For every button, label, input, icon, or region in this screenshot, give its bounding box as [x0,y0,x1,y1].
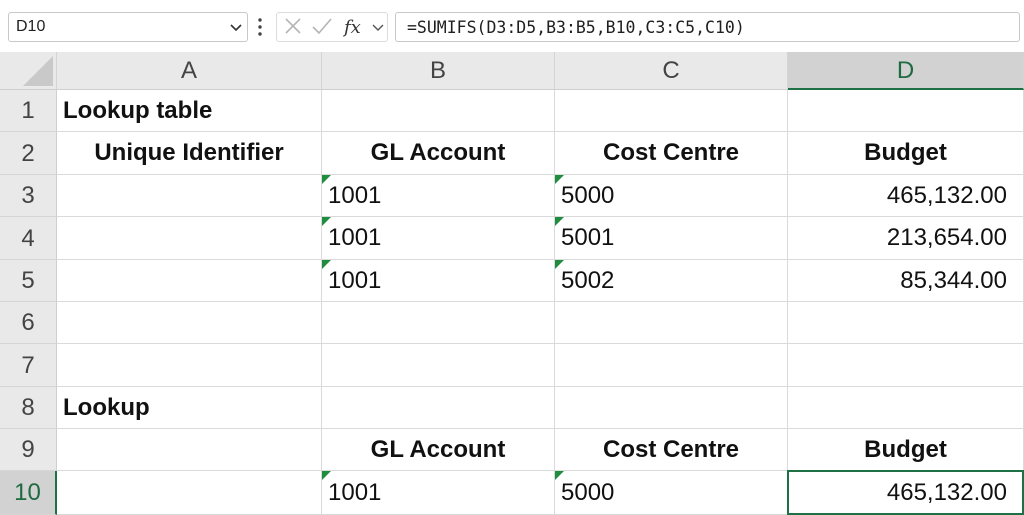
cell-a10[interactable] [57,471,322,515]
cell-d8[interactable] [788,387,1024,429]
cell-b2-text: GL Account [370,139,506,166]
svg-text:fx: fx [343,17,361,38]
column-header-b[interactable]: B [322,52,555,90]
cell-a5[interactable] [57,260,322,302]
formula-toolbar: D10 fx =SUMIFS(D3:D5,B3:B5,B10,C3:C5,C10… [0,0,1024,52]
cell-d4-text: 213,654.00 [886,224,1007,251]
cell-b3-text: 1001 [328,181,382,209]
cell-c4-text: 5001 [561,224,615,251]
cell-a2-text: Unique Identifier [94,139,284,166]
column-header-d[interactable]: D [788,52,1024,90]
chevron-down-icon[interactable] [229,20,243,34]
row-header-1[interactable]: 1 [0,90,57,132]
cell-c3[interactable]: 5000 [555,175,788,217]
cell-b2[interactable]: GL Account [322,132,555,175]
row-header-8[interactable]: 8 [0,387,57,429]
cell-a1-text: Lookup table [63,96,213,124]
cell-a9[interactable] [57,429,322,471]
row-header-4[interactable]: 4 [0,217,57,260]
cell-d1[interactable] [788,90,1024,132]
cell-d2[interactable]: Budget [788,132,1024,175]
row-header-5[interactable]: 5 [0,260,57,302]
cell-b3[interactable]: 1001 [322,175,555,217]
check-icon[interactable] [311,13,333,41]
cell-b4-text: 1001 [328,224,382,251]
cell-d3-text: 465,132.00 [886,181,1007,209]
spreadsheet-grid: A B C D 1 2 3 4 5 6 7 8 9 10 Lookup tabl… [0,52,1024,515]
cell-c3-text: 5000 [561,181,615,209]
cell-d4[interactable]: 213,654.00 [788,217,1024,260]
cell-c5-text: 5002 [561,266,615,294]
select-all-corner[interactable] [0,52,57,90]
cell-d7[interactable] [788,344,1024,387]
row-header-2[interactable]: 2 [0,132,57,175]
cell-a6[interactable] [57,302,322,344]
cell-b10[interactable]: 1001 [322,471,555,515]
cell-c4[interactable]: 5001 [555,217,788,260]
cell-c10-text: 5000 [561,478,615,506]
row-header-7[interactable]: 7 [0,344,57,387]
cell-b10-text: 1001 [328,478,382,506]
cell-c5[interactable]: 5002 [555,260,788,302]
cell-b5[interactable]: 1001 [322,260,555,302]
column-header-a[interactable]: A [57,52,322,90]
row-header-3[interactable]: 3 [0,175,57,217]
name-box[interactable]: D10 [8,12,248,42]
cell-d9-text: Budget [864,435,947,463]
cell-b1[interactable] [322,90,555,132]
cell-d10[interactable]: 465,132.00 [788,471,1024,515]
cell-c6[interactable] [555,302,788,344]
cell-a3[interactable] [57,175,322,217]
cell-a8-text: Lookup [63,393,150,421]
chevron-down-icon[interactable] [371,13,385,41]
formula-actions: fx [276,12,388,42]
cell-c1[interactable] [555,90,788,132]
cell-b8[interactable] [322,387,555,429]
cell-d10-text: 465,132.00 [886,478,1007,506]
cell-d6[interactable] [788,302,1024,344]
cell-a1[interactable]: Lookup table [57,90,322,132]
cell-c8[interactable] [555,387,788,429]
more-options-icon[interactable] [256,16,264,38]
cell-a8[interactable]: Lookup [57,387,322,429]
cell-d5[interactable]: 85,344.00 [788,260,1024,302]
cell-c2[interactable]: Cost Centre [555,132,788,175]
cell-b9-text: GL Account [370,435,506,463]
cell-d2-text: Budget [864,139,947,166]
formula-text: =SUMIFS(D3:D5,B3:B5,B10,C3:C5,C10) [407,18,745,37]
name-box-value: D10 [16,18,46,35]
cell-d5-text: 85,344.00 [900,266,1007,294]
x-icon[interactable] [283,13,303,41]
cell-c9[interactable]: Cost Centre [555,429,788,471]
cell-b5-text: 1001 [328,266,382,294]
cell-c10[interactable]: 5000 [555,471,788,515]
column-header-c[interactable]: C [555,52,788,90]
cell-d3[interactable]: 465,132.00 [788,175,1024,217]
cell-c9-text: Cost Centre [602,435,740,463]
cell-c2-text: Cost Centre [602,139,740,166]
formula-input[interactable]: =SUMIFS(D3:D5,B3:B5,B10,C3:C5,C10) [395,12,1020,42]
cell-c7[interactable] [555,344,788,387]
row-header-6[interactable]: 6 [0,302,57,344]
cell-a2[interactable]: Unique Identifier [57,132,322,175]
cell-d9[interactable]: Budget [788,429,1024,471]
fx-icon[interactable]: fx [343,13,367,41]
row-header-10[interactable]: 10 [0,471,57,515]
row-header-9[interactable]: 9 [0,429,57,471]
cell-b9[interactable]: GL Account [322,429,555,471]
cell-b7[interactable] [322,344,555,387]
cell-b4[interactable]: 1001 [322,217,555,260]
cell-a7[interactable] [57,344,322,387]
cell-a4[interactable] [57,217,322,260]
cell-b6[interactable] [322,302,555,344]
